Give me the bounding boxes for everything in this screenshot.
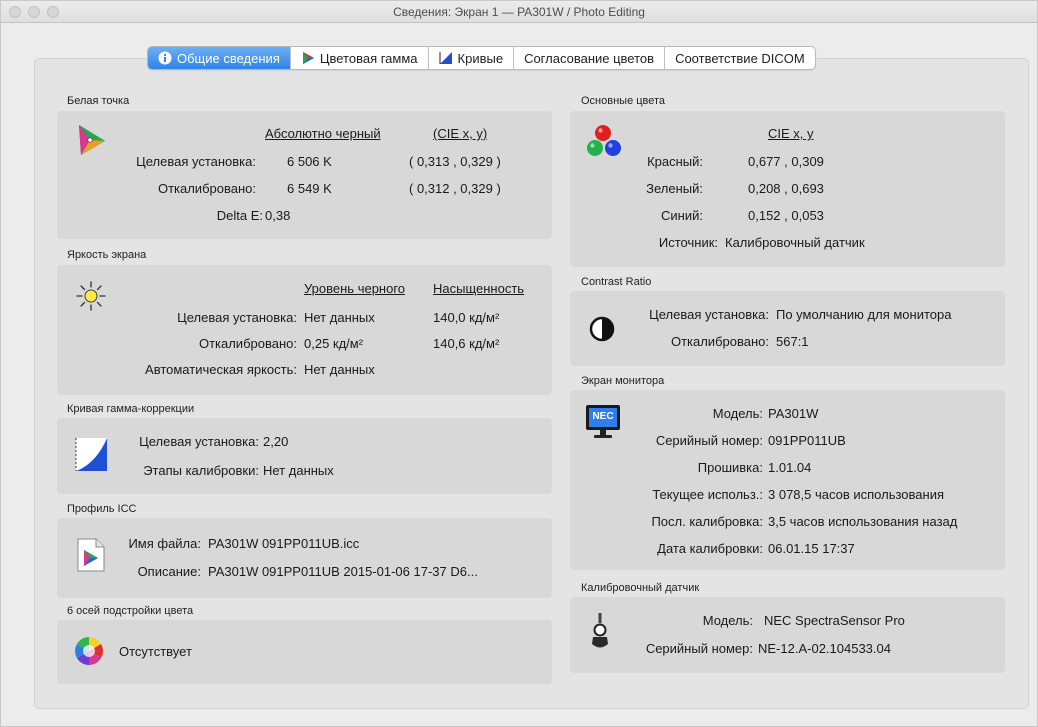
six-axis-value: Отсутствует bbox=[119, 644, 192, 659]
tab-label: Соответствие DICOM bbox=[675, 50, 805, 66]
contrast-title: Contrast Ratio bbox=[581, 276, 652, 288]
white-point-title: Белая точка bbox=[67, 95, 130, 107]
wp-col-header-blackbody: Абсолютно черный bbox=[265, 126, 381, 141]
monitor-usage-label: Текущее использ.: bbox=[652, 487, 763, 502]
contrast-target-value: По умолчанию для монитора bbox=[776, 307, 952, 322]
primary-red-value: 0,677 , 0,309 bbox=[748, 154, 824, 169]
gamma-curve-icon bbox=[75, 438, 107, 471]
monitor-model-label: Модель: bbox=[712, 406, 763, 421]
gamma-steps-label: Этапы калибровки: bbox=[143, 463, 259, 478]
br-col-header-sat: Насыщенность bbox=[433, 281, 525, 296]
br-target-sat: 140,0 кд/м² bbox=[433, 310, 500, 325]
gamut-triangle-icon bbox=[302, 52, 314, 64]
tab-color-matching[interactable]: Согласование цветов bbox=[514, 47, 666, 69]
window-title: Сведения: Экран 1 — PA301W / Photo Editi… bbox=[393, 5, 645, 19]
primary-green-label: Зеленый: bbox=[646, 181, 703, 196]
primary-blue-value: 0,152 , 0,053 bbox=[748, 208, 824, 223]
rgb-primaries-icon bbox=[587, 125, 621, 156]
curve-icon bbox=[439, 52, 452, 64]
primary-blue-label: Синий: bbox=[661, 208, 703, 223]
br-calibrated-label: Откалибровано: bbox=[198, 336, 297, 351]
tab-bar: Общие сведения Цветовая гамма Кривые Сог… bbox=[147, 46, 816, 70]
monitor-title: Экран монитора bbox=[581, 375, 665, 387]
br-auto-label: Автоматическая яркость: bbox=[145, 362, 297, 377]
icc-file-icon bbox=[77, 538, 105, 572]
tab-label: Общие сведения bbox=[177, 50, 280, 66]
icc-desc-value: PA301W 091PP011UB 2015-01-06 17-37 D6... bbox=[208, 564, 478, 579]
icc-panel bbox=[57, 518, 552, 598]
monitor-serial-label: Серийный номер: bbox=[655, 433, 763, 448]
br-auto-value: Нет данных bbox=[304, 362, 375, 377]
info-window: Сведения: Экран 1 — PA301W / Photo Editi… bbox=[0, 0, 1038, 727]
sun-icon bbox=[76, 281, 106, 311]
br-calibrated-sat: 140,6 кд/м² bbox=[433, 336, 500, 351]
info-icon bbox=[158, 51, 172, 65]
sensor-model-value: NEC SpectraSensor Pro bbox=[764, 613, 905, 628]
wp-delta-value: 0,38 bbox=[265, 208, 291, 223]
monitor-firmware-value: 1.01.04 bbox=[768, 460, 812, 475]
wp-target-temp: 6 506 K bbox=[287, 154, 332, 169]
tab-curves[interactable]: Кривые bbox=[429, 47, 515, 69]
tab-label: Кривые bbox=[457, 50, 504, 66]
monitor-last-cal-label: Посл. калибровка: bbox=[651, 514, 763, 529]
contrast-calibrated-label: Откалибровано: bbox=[670, 334, 769, 349]
brightness-title: Яркость экрана bbox=[67, 249, 147, 261]
gamma-target-value: 2,20 bbox=[263, 434, 289, 449]
tab-general-info[interactable]: Общие сведения bbox=[148, 47, 291, 69]
calibration-sensor-icon bbox=[592, 613, 608, 648]
icc-desc-label: Описание: bbox=[137, 564, 201, 579]
wp-target-cie: ( 0,313 , 0,329 ) bbox=[409, 154, 501, 169]
sensor-serial-label: Серийный номер: bbox=[645, 641, 753, 656]
primaries-title: Основные цвета bbox=[581, 95, 666, 107]
monitor-cal-date-value: 06.01.15 17:37 bbox=[768, 541, 855, 556]
gamma-title: Кривая гамма-коррекции bbox=[67, 403, 195, 415]
br-target-label: Целевая установка: bbox=[177, 310, 297, 325]
six-axis-title: 6 осей подстройки цвета bbox=[67, 605, 194, 617]
br-calibrated-black: 0,25 кд/м² bbox=[304, 336, 364, 351]
primary-green-value: 0,208 , 0,693 bbox=[748, 181, 824, 196]
primary-source-value: Калибровочный датчик bbox=[725, 235, 865, 250]
tab-dicom[interactable]: Соответствие DICOM bbox=[665, 47, 815, 69]
wp-calibrated-cie: ( 0,312 , 0,329 ) bbox=[409, 181, 501, 196]
gamma-panel bbox=[57, 418, 552, 494]
tab-label: Цветовая гамма bbox=[319, 50, 418, 66]
wp-col-header-cie: (CIE x, y) bbox=[433, 126, 488, 141]
monitor-firmware-label: Прошивка: bbox=[697, 460, 763, 475]
contrast-icon bbox=[589, 316, 615, 342]
icc-title: Профиль ICC bbox=[67, 503, 137, 515]
wp-calibrated-temp: 6 549 K bbox=[287, 181, 332, 196]
contrast-target-label: Целевая установка: bbox=[649, 307, 769, 322]
monitor-last-cal-value: 3,5 часов использования назад bbox=[768, 514, 958, 529]
icc-file-label: Имя файла: bbox=[128, 536, 201, 551]
monitor-cal-date-label: Дата калибровки: bbox=[657, 541, 763, 556]
contrast-calibrated-value: 567:1 bbox=[776, 334, 809, 349]
gamma-target-label: Целевая установка: bbox=[139, 434, 259, 449]
tab-label: Согласование цветов bbox=[524, 50, 655, 66]
monitor-serial-value: 091PP011UB bbox=[768, 433, 846, 448]
br-target-black: Нет данных bbox=[304, 310, 375, 325]
icc-file-value: PA301W 091PP011UB.icc bbox=[208, 536, 360, 551]
sensor-serial-value: NE-12.A-02.104533.04 bbox=[758, 641, 891, 656]
monitor-usage-value: 3 078,5 часов использования bbox=[768, 487, 945, 502]
sensor-title: Калибровочный датчик bbox=[581, 582, 700, 594]
nec-logo-text: NEC bbox=[592, 411, 614, 422]
contrast-panel bbox=[570, 291, 1005, 366]
br-col-header-black: Уровень черного bbox=[304, 281, 406, 296]
sensor-model-label: Модель: bbox=[702, 613, 753, 628]
nec-monitor-icon: NEC bbox=[586, 405, 620, 439]
primary-red-label: Красный: bbox=[647, 154, 703, 169]
gamma-steps-value: Нет данных bbox=[263, 463, 334, 478]
white-point-gamut-icon bbox=[79, 125, 105, 155]
monitor-model-value: PA301W bbox=[768, 406, 819, 421]
tab-color-gamut[interactable]: Цветовая гамма bbox=[291, 47, 429, 69]
sensor-panel bbox=[570, 597, 1005, 673]
primaries-col-header: CIE x, y bbox=[768, 126, 814, 141]
color-wheel-icon bbox=[75, 637, 103, 665]
primary-source-label: Источник: bbox=[658, 235, 718, 250]
wp-target-label: Целевая установка: bbox=[136, 154, 256, 169]
wp-calibrated-label: Откалибровано: bbox=[157, 181, 256, 196]
title-bar: Сведения: Экран 1 — PA301W / Photo Editi… bbox=[1, 1, 1037, 23]
wp-delta-label: Delta E: bbox=[216, 208, 263, 223]
